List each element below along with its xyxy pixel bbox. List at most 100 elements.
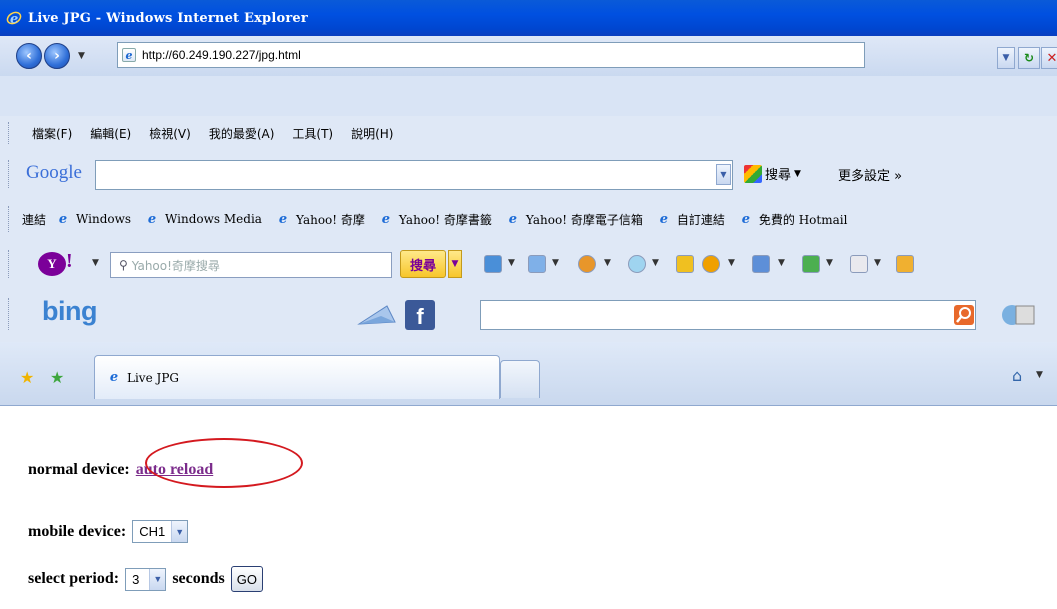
address-row: ‹ › ▼ e http://60.249.190.227/jpg.html: [0, 36, 1057, 76]
links-bar: 連結 e Windows e Windows Media e Yahoo! 奇摩 eY…: [0, 198, 1057, 240]
google-search-icon: [744, 164, 762, 183]
normal-device-label: normal device:: [28, 461, 130, 478]
link-label: Windows: [76, 212, 132, 226]
tab-live-jpg[interactable]: e Live JPG: [94, 355, 500, 399]
search-icon: ⚲: [119, 258, 128, 272]
home-dropdown-icon[interactable]: ▼: [1036, 370, 1043, 380]
menu-tools[interactable]: 工具(T): [292, 125, 333, 142]
dropdown-icon[interactable]: ▼: [826, 258, 833, 268]
menu-edit[interactable]: 編輯(E): [90, 125, 131, 142]
dropdown-icon[interactable]: ▼: [778, 258, 785, 268]
notes-icon[interactable]: [850, 255, 868, 273]
mobile-device-label: mobile device:: [28, 522, 127, 540]
annotation-ellipse: [145, 438, 303, 488]
yahoo-tool-icon[interactable]: [484, 255, 502, 273]
dropdown-icon[interactable]: ▼: [508, 258, 515, 268]
ie-icon: e: [278, 211, 288, 227]
mail-icon[interactable]: [528, 255, 546, 273]
favorites-star-icon[interactable]: ★: [20, 368, 34, 387]
fish-icon[interactable]: [702, 255, 720, 273]
link-windows-media[interactable]: e Windows Media: [145, 212, 262, 227]
period-select[interactable]: 3 ▼: [125, 567, 167, 591]
forward-button[interactable]: ›: [44, 43, 70, 69]
bing-search-input[interactable]: [480, 300, 976, 330]
toolbar-grip[interactable]: [8, 160, 11, 188]
menu-favorites[interactable]: 我的最愛(A): [209, 125, 275, 142]
menu-help[interactable]: 說明(H): [351, 125, 393, 142]
dropdown-icon[interactable]: ▼: [728, 258, 735, 268]
seconds-label: seconds: [172, 570, 225, 587]
folder-icon[interactable]: [896, 255, 914, 273]
menu-bar: 檔案(F) 編輯(E) 檢視(V) 我的最愛(A) 工具(T) 說明(H): [0, 116, 1057, 150]
google-logo-text: Google: [26, 162, 82, 183]
google-search-input[interactable]: [95, 160, 733, 190]
history-dropdown-icon[interactable]: ▼: [78, 51, 85, 61]
menu-file[interactable]: 檔案(F): [32, 125, 72, 142]
toolbar-grip[interactable]: [8, 122, 11, 144]
toolbar-grip[interactable]: [8, 206, 11, 232]
yahoo-search-dropdown-icon[interactable]: ▼: [448, 250, 462, 278]
mobile-device-row: mobile device: CH1 ▼: [28, 520, 189, 543]
bing-toolbar: bing f: [0, 288, 1057, 342]
links-label: 連結: [22, 212, 47, 227]
ie-icon: e: [109, 370, 119, 385]
page-content: normal device: auto reload mobile device…: [0, 406, 1057, 609]
google-dropdown-icon[interactable]: ▼: [716, 164, 731, 185]
link-windows[interactable]: e Windows: [56, 212, 132, 227]
address-bar[interactable]: e http://60.249.190.227/jpg.html: [117, 42, 865, 68]
link-hotmail[interactable]: e 免費的 Hotmail: [739, 211, 848, 228]
title-bar: e Live JPG - Windows Internet Explorer: [0, 0, 1057, 36]
google-more-settings[interactable]: 更多設定 »: [838, 165, 902, 184]
yahoo-search-button[interactable]: 搜尋: [400, 250, 446, 278]
google-search-button[interactable]: 搜尋 ▼: [744, 164, 801, 183]
stock-icon[interactable]: [802, 255, 820, 273]
bing-logo[interactable]: bing: [42, 296, 97, 327]
refresh-button[interactable]: ↻: [1018, 47, 1040, 69]
bing-search-icon[interactable]: [954, 305, 974, 325]
yahoo-logo-icon[interactable]: Y: [38, 252, 66, 276]
toolbar-grip[interactable]: [8, 298, 11, 330]
chevron-down-icon[interactable]: ▼: [171, 521, 188, 542]
add-favorite-icon[interactable]: ★: [50, 368, 64, 387]
ie-icon: e: [659, 211, 668, 227]
chevron-down-icon[interactable]: ▼: [149, 568, 166, 590]
link-label: Yahoo! 奇摩電子信箱: [525, 212, 643, 227]
back-button[interactable]: ‹: [16, 43, 42, 69]
dropdown-icon[interactable]: ▼: [552, 258, 559, 268]
yahoo-toolbar: Y ! ▼ ⚲ Yahoo!奇摩搜尋 搜尋 ▼ ▼ ▼ ▼ ▼ ▼ ▼ ▼ ▼: [0, 240, 1057, 288]
window-title: Live JPG - Windows Internet Explorer: [28, 10, 308, 26]
go-button[interactable]: GO: [230, 566, 263, 592]
yahoo-search-placeholder: Yahoo!奇摩搜尋: [131, 258, 220, 273]
channel-select[interactable]: CH1 ▼: [132, 520, 189, 543]
mail-icon[interactable]: [357, 302, 397, 330]
video-icon[interactable]: [1000, 302, 1036, 328]
link-yahoo[interactable]: e Yahoo! 奇摩: [276, 211, 365, 228]
dropdown-icon[interactable]: ▼: [652, 258, 659, 268]
link-custom[interactable]: e 自訂連結: [657, 211, 725, 228]
dropdown-icon[interactable]: ▼: [604, 258, 611, 268]
yahoo-dropdown-icon[interactable]: ▼: [92, 258, 99, 268]
yahoo-search-input[interactable]: ⚲ Yahoo!奇摩搜尋: [110, 252, 392, 278]
toolbar-grip[interactable]: [8, 250, 11, 278]
link-yahoo-mail[interactable]: e Yahoo! 奇摩電子信箱: [506, 211, 643, 228]
facebook-icon[interactable]: f: [405, 300, 435, 330]
link-label: Windows Media: [165, 212, 262, 226]
bulb-icon[interactable]: [628, 255, 646, 273]
yahoo-exclamation-icon: !: [66, 250, 73, 272]
game-icon[interactable]: [578, 255, 596, 273]
stop-button[interactable]: ✕: [1041, 47, 1057, 69]
link-yahoo-bookmarks[interactable]: e Yahoo! 奇摩書籤: [379, 211, 492, 228]
home-icon[interactable]: ⌂: [1012, 366, 1022, 385]
new-tab-button[interactable]: [500, 360, 540, 398]
link-label: 自訂連結: [676, 212, 725, 227]
tool-icon[interactable]: [676, 255, 694, 273]
window-icon[interactable]: [752, 255, 770, 273]
link-label: Yahoo! 奇摩: [295, 212, 365, 227]
dropdown-icon[interactable]: ▼: [874, 258, 881, 268]
google-toolbar: Google ▼ 搜尋 ▼ 更多設定 »: [0, 150, 1057, 198]
address-dropdown-icon[interactable]: ▼: [997, 47, 1015, 69]
google-search-dropdown-icon[interactable]: ▼: [794, 169, 801, 179]
menu-view[interactable]: 檢視(V): [149, 125, 191, 142]
google-logo: Google: [26, 162, 82, 184]
tab-row: ★ ★ e Live JPG ⌂ ▼: [0, 342, 1057, 406]
